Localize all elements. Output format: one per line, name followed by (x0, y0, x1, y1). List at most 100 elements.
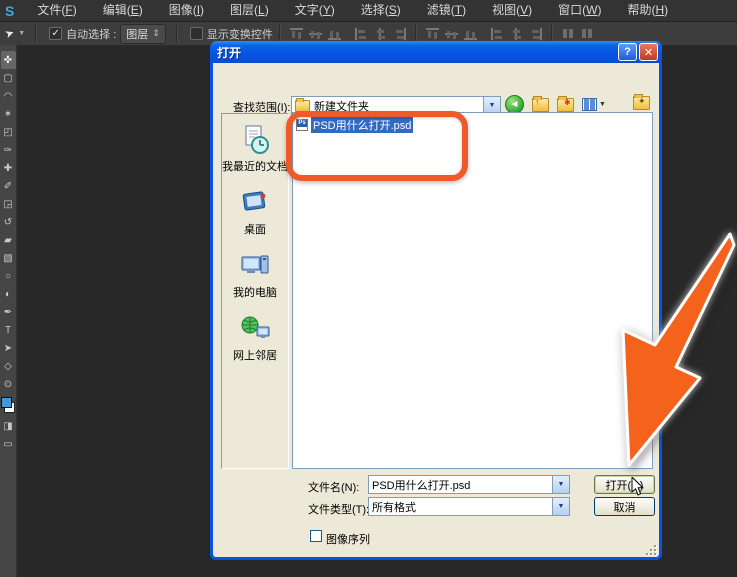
pen-tool-icon[interactable]: ✒ (1, 303, 16, 321)
dist-right-icon[interactable] (529, 27, 542, 40)
align-vcenter-icon[interactable] (308, 28, 322, 40)
quick-mask-icon[interactable]: ◨ (1, 417, 16, 435)
views-arrow-icon: ▼ (599, 101, 606, 108)
separator (175, 24, 178, 43)
menu-item-t[interactable]: 滤镜(T) (414, 3, 479, 17)
place-my-computer[interactable]: 我的电脑 (222, 250, 288, 299)
place-recent-documents[interactable]: 我最近的文档 (222, 124, 288, 173)
show-transform-label: 显示变换控件 (206, 28, 273, 41)
dist-top-icon[interactable] (425, 27, 439, 40)
layer-select-dropdown[interactable]: 图层 ⇕ (120, 23, 166, 44)
photoshop-logo: S (5, 2, 15, 19)
place-desktop[interactable]: 桌面 (222, 187, 288, 236)
align-right-icon[interactable] (393, 27, 406, 40)
open-button[interactable]: 打开(O) (594, 475, 655, 494)
type-tool-icon[interactable]: T (1, 321, 16, 339)
history-brush-tool-icon[interactable]: ↺ (1, 213, 16, 231)
recent-documents-icon (239, 124, 271, 159)
new-folder-icon[interactable]: ✱ (557, 95, 574, 112)
align-left-icon[interactable] (354, 27, 368, 40)
auto-align-icon[interactable] (562, 28, 575, 40)
dist-hcenter-icon[interactable] (510, 27, 523, 40)
folder-icon (295, 97, 310, 112)
path-select-tool-icon[interactable]: ➤ (1, 339, 16, 357)
separator (35, 24, 38, 43)
align-hcenter-icon[interactable] (374, 27, 387, 40)
dialog-title: 打开 (217, 45, 242, 60)
close-button[interactable]: ✕ (639, 43, 658, 61)
screen-mode-icon[interactable]: ▭ (1, 435, 16, 453)
separator (550, 24, 553, 43)
dodge-tool-icon[interactable]: ◐ (1, 285, 16, 303)
up-arrow-glyph: ↑ (535, 96, 540, 107)
dist-bottom-icon[interactable] (463, 28, 477, 40)
gradient-tool-icon[interactable]: ▧ (1, 249, 16, 267)
place-network-places[interactable]: 网上邻居 (222, 313, 288, 362)
dialog-title-bar[interactable]: 打开 ? ✕ (210, 41, 662, 63)
file-name-input[interactable]: PSD用什么打开.psd ▼ (368, 475, 570, 494)
move-tool-icon[interactable]: ✜ (0, 51, 16, 69)
place-label: 桌面 (244, 224, 266, 236)
views-menu-icon[interactable]: ▼ (582, 98, 606, 111)
menu-item-y[interactable]: 文字(Y) (282, 3, 348, 17)
show-transform-checkbox[interactable] (189, 27, 203, 40)
tool-preset-arrow-icon[interactable]: ▼ (18, 30, 25, 37)
marquee-tool-icon[interactable]: ▢ (1, 69, 16, 87)
dist-left-icon[interactable] (490, 27, 504, 40)
sparkle-glyph: ✱ (564, 97, 571, 107)
healing-brush-tool-icon[interactable]: ✚ (1, 159, 16, 177)
separator (278, 24, 281, 43)
spinner-icon: ⇕ (152, 28, 160, 38)
separator (414, 24, 417, 43)
dist-vcenter-icon[interactable] (444, 28, 458, 40)
image-sequence-label: 图像序列 (326, 534, 370, 546)
menu-item-v[interactable]: 视图(V) (479, 3, 545, 17)
auto-select-label: 自动选择 : (66, 28, 117, 41)
eyedropper-tool-icon[interactable]: ✑ (1, 141, 16, 159)
menu-item-e[interactable]: 编辑(E) (90, 3, 156, 17)
align-bottom-icon[interactable] (327, 28, 341, 40)
tool-strip: ✜ ▢ ◠ ✶ ◰ ✑ ✚ ✐ ◲ ↺ ▰ ▧ ○ ◐ ✒ T ➤ ◇ ⊙ ◨ ▭ (0, 45, 17, 577)
auto-blend-icon[interactable] (581, 28, 594, 40)
resize-grip[interactable] (644, 543, 656, 555)
align-top-icon[interactable] (289, 27, 303, 40)
lasso-tool-icon[interactable]: ◠ (1, 87, 16, 105)
zoom-tool-icon[interactable]: ⊙ (1, 375, 16, 393)
file-type-dropdown[interactable]: 所有格式 ▼ (368, 497, 570, 516)
menu-item-f[interactable]: 文件(F) (24, 3, 89, 17)
image-sequence-checkbox[interactable] (310, 530, 322, 542)
favorites-glyph: ✦ (638, 96, 646, 106)
help-button[interactable]: ? (618, 43, 637, 61)
photoshop-window: S 文件(F) 编辑(E) 图像(I) 图层(L) 文字(Y) 选择(S) 滤镜(T) 视图(… (0, 0, 737, 577)
menu-item-i[interactable]: 图像(I) (156, 3, 217, 17)
file-name-value: PSD用什么打开.psd (372, 479, 471, 492)
favorites-folder-icon[interactable]: ✦ (633, 94, 650, 110)
cancel-button[interactable]: 取消 (594, 497, 655, 516)
menu-bar: S 文件(F) 编辑(E) 图像(I) 图层(L) 文字(Y) 选择(S) 滤镜(T) 视图(… (0, 0, 737, 22)
menu-item-s[interactable]: 选择(S) (348, 3, 414, 17)
place-label: 我的电脑 (233, 287, 277, 299)
file-name-label: 文件名(N): (308, 482, 360, 494)
layer-dropdown-value: 图层 (126, 28, 149, 41)
network-places-icon (239, 313, 271, 348)
quick-select-tool-icon[interactable]: ✶ (1, 105, 16, 123)
clone-stamp-tool-icon[interactable]: ◲ (1, 195, 16, 213)
menu-item-l[interactable]: 图层(L) (217, 3, 282, 17)
shape-tool-icon[interactable]: ◇ (1, 357, 16, 375)
move-tool-icon[interactable]: ➤ (3, 26, 16, 41)
file-type-value: 所有格式 (372, 501, 416, 514)
brush-tool-icon[interactable]: ✐ (1, 177, 16, 195)
tools: ✜ ▢ ◠ ✶ ◰ ✑ ✚ ✐ ◲ ↺ ▰ ▧ ○ ◐ ✒ T ➤ ◇ ⊙ (0, 51, 16, 393)
dropdown-arrow-icon[interactable]: ▼ (552, 498, 569, 515)
color-swatches[interactable] (1, 397, 15, 413)
eraser-tool-icon[interactable]: ▰ (1, 231, 16, 249)
menu-item-w[interactable]: 窗口(W) (545, 3, 614, 17)
auto-select-checkbox[interactable]: ✓ (49, 27, 63, 40)
up-one-level-icon[interactable]: ↑ (532, 95, 549, 112)
crop-tool-icon[interactable]: ◰ (1, 123, 16, 141)
blur-tool-icon[interactable]: ○ (1, 267, 16, 285)
my-computer-icon (239, 250, 271, 285)
menu-item-h[interactable]: 帮助(H) (614, 3, 681, 17)
dropdown-arrow-icon[interactable]: ▼ (552, 476, 569, 493)
foreground-color-swatch[interactable] (1, 397, 12, 408)
